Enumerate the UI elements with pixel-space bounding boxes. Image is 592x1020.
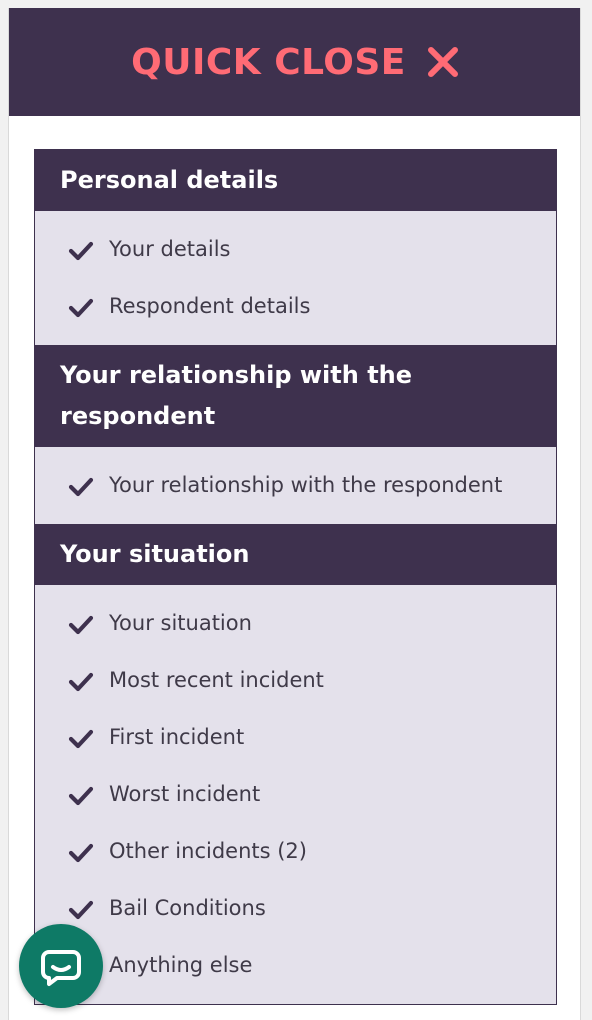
section-item-label: Your relationship with the respondent (109, 473, 503, 497)
section-item[interactable]: Your relationship with the respondent (68, 467, 536, 504)
check-icon (68, 786, 94, 806)
check-icon (68, 615, 94, 635)
section-item[interactable]: Worst incident (68, 776, 536, 813)
section-item[interactable]: Your situation (68, 605, 536, 642)
check-icon (68, 843, 94, 863)
check-icon (68, 241, 94, 261)
quick-close-label: QUICK CLOSE (131, 41, 406, 83)
section-item-label: Other incidents (2) (109, 839, 307, 863)
section-header: Personal details (35, 150, 556, 211)
check-icon (68, 298, 94, 318)
section-item[interactable]: First incident (68, 719, 536, 756)
section-item[interactable]: Respondent details (68, 288, 536, 325)
check-icon (68, 672, 94, 692)
section-item-label: Respondent details (109, 294, 311, 318)
chat-button[interactable] (19, 924, 103, 1008)
section-item-label: Bail Conditions (109, 896, 266, 920)
section-item[interactable]: Other incidents (2) (68, 833, 536, 870)
section-list: Your details Respondent details (35, 211, 556, 345)
section-item-label: Anything else (109, 953, 253, 977)
section-item-label: Most recent incident (109, 668, 324, 692)
quick-close-button[interactable]: QUICK CLOSE (9, 8, 580, 116)
section-header: Your relationship with the respondent (35, 345, 556, 447)
chat-bubble-icon (41, 950, 81, 986)
progress-navigation: Personal details Your details Respondent d… (34, 149, 557, 1005)
section-item-label: Your details (109, 237, 231, 261)
page: QUICK CLOSE Personal details Your details… (8, 8, 581, 1020)
section-list: Your relationship with the respondent (35, 447, 556, 524)
section-item[interactable]: Bail Conditions (68, 890, 536, 927)
section-item[interactable]: Your details (68, 231, 536, 268)
check-icon (68, 477, 94, 497)
check-icon (68, 729, 94, 749)
section-header: Your situation (35, 524, 556, 585)
section-item-label: Your situation (109, 611, 252, 635)
close-icon (427, 47, 458, 77)
section-list: Your situation Most recent incident First … (35, 585, 556, 1004)
check-icon (68, 900, 94, 920)
section-item-label: First incident (109, 725, 245, 749)
section-item[interactable]: Anything else (68, 947, 536, 984)
section-item[interactable]: Most recent incident (68, 662, 536, 699)
section-item-label: Worst incident (109, 782, 261, 806)
